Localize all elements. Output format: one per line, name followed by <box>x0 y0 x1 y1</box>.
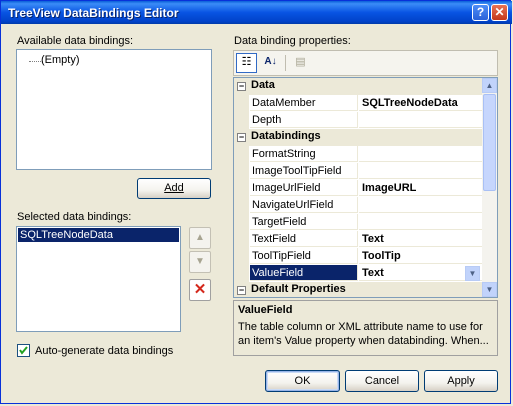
apply-button[interactable]: Apply <box>424 370 498 392</box>
collapse-icon[interactable]: − <box>237 82 246 91</box>
available-bindings-tree[interactable]: (Empty) <box>16 49 212 170</box>
property-row[interactable]: ImageUrlField ImageURL <box>234 180 482 197</box>
help-description: The table column or XML attribute name t… <box>238 321 489 347</box>
property-row[interactable]: Depth <box>234 112 482 129</box>
property-name[interactable]: ValueField <box>250 265 358 281</box>
help-icon[interactable]: ? <box>472 4 489 21</box>
property-value[interactable] <box>359 112 482 128</box>
autogen-label: Auto-generate data bindings <box>35 345 174 357</box>
row-margin <box>234 146 249 163</box>
property-value[interactable]: ToolTip <box>359 248 482 264</box>
property-name[interactable]: ToolTipField <box>250 248 358 264</box>
tree-item[interactable]: (Empty) <box>41 54 80 66</box>
close-icon[interactable]: ✕ <box>491 4 508 21</box>
list-item-selected[interactable]: SQLTreeNodeData <box>18 228 179 242</box>
row-margin <box>234 163 249 180</box>
property-value[interactable] <box>359 197 482 213</box>
property-row[interactable]: TextField Text <box>234 231 482 248</box>
window-title: TreeView DataBindings Editor <box>8 6 179 20</box>
property-name[interactable]: Depth <box>250 112 358 128</box>
title-bar[interactable]: TreeView DataBindings Editor ? ✕ <box>1 1 512 24</box>
checkmark-icon <box>19 346 28 355</box>
grid-scrollbar[interactable]: ▲ ▼ <box>482 78 497 297</box>
property-name[interactable]: TargetField <box>250 214 358 230</box>
property-name[interactable]: TextField <box>250 231 358 247</box>
add-button-label: Add <box>164 182 184 194</box>
property-name[interactable]: ImageUrlField <box>250 180 358 196</box>
property-grid-rows: − Data DataMember SQLTreeNodeData Depth − Data… <box>234 78 482 297</box>
selected-bindings-list[interactable]: SQLTreeNodeData <box>16 226 181 332</box>
property-name[interactable]: ImageToolTipField <box>250 163 358 179</box>
collapse-icon[interactable]: − <box>237 133 246 142</box>
delete-icon[interactable]: ✕ <box>189 279 211 301</box>
properties-label: Data binding properties: <box>234 35 351 47</box>
property-name[interactable]: DataMember <box>250 95 358 111</box>
category-label: Data <box>251 79 275 91</box>
move-down-icon[interactable]: ▼ <box>189 251 211 273</box>
property-grid[interactable]: − Data DataMember SQLTreeNodeData Depth − Data… <box>233 77 498 298</box>
property-pages-icon[interactable]: ▤ <box>290 53 311 73</box>
category-row[interactable]: − Databindings <box>234 129 482 146</box>
categorized-icon[interactable]: ☷ <box>236 53 257 73</box>
row-margin <box>234 197 249 214</box>
property-value[interactable] <box>359 214 482 230</box>
property-row[interactable]: DataMember SQLTreeNodeData <box>234 95 482 112</box>
property-name[interactable]: FormatString <box>250 146 358 162</box>
row-margin <box>234 180 249 197</box>
property-value[interactable]: Text <box>359 231 482 247</box>
row-margin <box>234 248 249 265</box>
scroll-up-arrow[interactable]: ▲ <box>482 78 497 93</box>
collapse-icon[interactable]: − <box>237 286 246 295</box>
property-value[interactable] <box>359 146 482 162</box>
row-margin <box>234 265 249 282</box>
property-row[interactable]: ImageToolTipField <box>234 163 482 180</box>
property-row[interactable]: ToolTipField ToolTip <box>234 248 482 265</box>
row-margin <box>234 231 249 248</box>
available-bindings-label: Available data bindings: <box>17 35 133 47</box>
alphabetical-icon[interactable]: A↓ <box>260 53 281 73</box>
property-row[interactable]: TargetField <box>234 214 482 231</box>
category-row[interactable]: − Data <box>234 78 482 95</box>
property-name[interactable]: NavigateUrlField <box>250 197 358 213</box>
scroll-thumb[interactable] <box>483 94 496 191</box>
property-value[interactable]: Text <box>359 265 482 281</box>
selected-bindings-label: Selected data bindings: <box>17 211 132 223</box>
property-value[interactable]: ImageURL <box>359 180 482 196</box>
category-label: Default Properties <box>251 283 346 295</box>
scroll-down-arrow[interactable]: ▼ <box>482 282 497 297</box>
help-title: ValueField <box>238 304 293 316</box>
move-up-icon[interactable]: ▲ <box>189 227 211 249</box>
toolbar-separator <box>285 55 286 71</box>
row-margin <box>234 214 249 231</box>
property-row[interactable]: ValueField Text ▼ <box>234 265 482 282</box>
autogen-checkbox[interactable] <box>17 344 30 357</box>
property-toolbar: ☷ A↓ ▤ <box>233 50 498 76</box>
help-pane: ValueField The table column or XML attri… <box>233 300 498 356</box>
category-row[interactable]: − Default Properties <box>234 282 482 297</box>
dropdown-arrow-icon[interactable]: ▼ <box>465 266 480 281</box>
property-row[interactable]: FormatString <box>234 146 482 163</box>
property-value[interactable] <box>359 163 482 179</box>
ok-button[interactable]: OK <box>265 370 340 392</box>
property-value[interactable]: SQLTreeNodeData <box>359 95 482 111</box>
dialog-window: TreeView DataBindings Editor ? ✕ Availab… <box>0 0 512 404</box>
add-button[interactable]: Add <box>137 178 211 199</box>
property-row[interactable]: NavigateUrlField <box>234 197 482 214</box>
category-label: Databindings <box>251 130 321 142</box>
cancel-button[interactable]: Cancel <box>345 370 419 392</box>
row-margin <box>234 95 249 112</box>
row-margin <box>234 112 249 129</box>
